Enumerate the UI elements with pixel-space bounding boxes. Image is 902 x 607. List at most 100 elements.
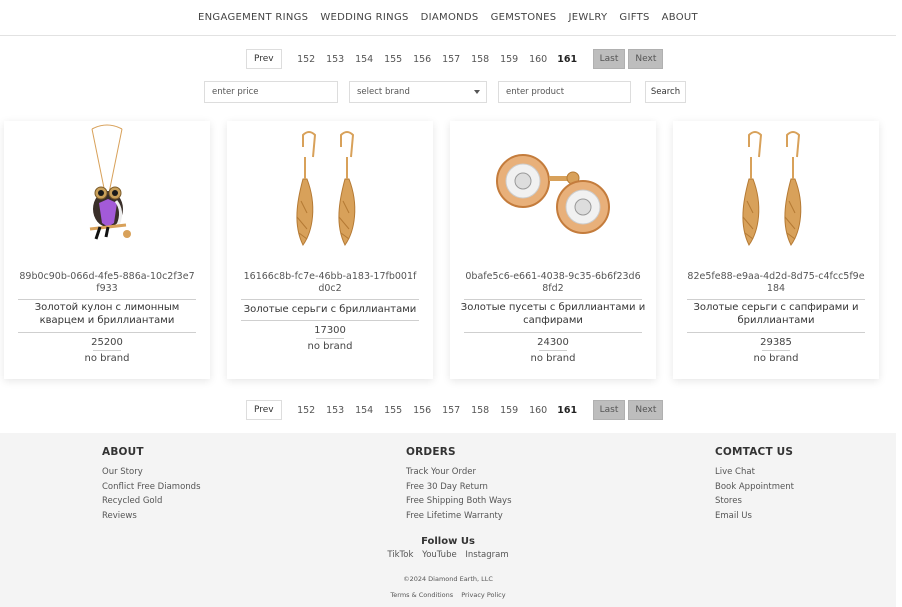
- footer-heading: ABOUT: [102, 446, 144, 458]
- page-link[interactable]: 159: [495, 405, 524, 416]
- product-name[interactable]: Золотой кулон с лимонным кварцем и брилл…: [14, 301, 200, 327]
- page-link[interactable]: 158: [466, 54, 495, 65]
- product-card[interactable]: 82e5fe88-e9aa-4d2d-8d75-c4fcc5f9e184 Зол…: [673, 121, 879, 379]
- divider: [464, 299, 642, 300]
- page-link[interactable]: 154: [350, 405, 379, 416]
- page-link[interactable]: 155: [379, 405, 408, 416]
- divider: [687, 299, 865, 300]
- nav-wedding-rings[interactable]: WEDDING RINGS: [314, 12, 414, 23]
- page-link[interactable]: 152: [292, 405, 321, 416]
- footer-link[interactable]: Email Us: [715, 509, 794, 524]
- footer-heading: COMTACT US: [715, 446, 794, 458]
- footer-link[interactable]: Conflict Free Diamonds: [102, 480, 201, 495]
- nav-gemstones[interactable]: GEMSTONES: [485, 12, 563, 23]
- tiktok-link[interactable]: TikTok: [387, 550, 413, 560]
- nav-diamonds[interactable]: DIAMONDS: [415, 12, 485, 23]
- product-brand: no brand: [307, 341, 353, 352]
- legal-links: Terms & Conditions Privacy Policy: [0, 591, 896, 599]
- divider: [316, 338, 344, 339]
- page-link[interactable]: 159: [495, 54, 524, 65]
- last-button[interactable]: Last: [592, 400, 626, 420]
- product-id: 0bafe5c6-e661-4038-9c35-6b6f23d68fd2: [465, 271, 641, 294]
- footer-link[interactable]: Stores: [715, 494, 794, 509]
- product-name[interactable]: Золотые пусеты с бриллиантами и сапфирам…: [460, 301, 646, 327]
- product-id: 82e5fe88-e9aa-4d2d-8d75-c4fcc5f9e184: [687, 271, 865, 294]
- prev-button[interactable]: Prev: [246, 400, 282, 420]
- page-link[interactable]: 158: [466, 405, 495, 416]
- page-link[interactable]: 155: [379, 54, 408, 65]
- chevron-down-icon: [474, 90, 480, 94]
- top-navigation: ENGAGEMENT RINGS WEDDING RINGS DIAMONDS …: [0, 0, 896, 36]
- product-name[interactable]: Золотые серьги с бриллиантами: [237, 303, 423, 316]
- product-input[interactable]: enter product: [498, 81, 631, 103]
- page-link[interactable]: 157: [437, 405, 466, 416]
- privacy-link[interactable]: Privacy Policy: [461, 591, 505, 599]
- page-link[interactable]: 160: [524, 54, 553, 65]
- product-brand: no brand: [753, 353, 799, 364]
- divider: [18, 299, 196, 300]
- drop-earrings-image: [742, 131, 802, 246]
- product-card[interactable]: 16166c8b-fc7e-46bb-a183-17fb001fd0c2 Зол…: [227, 121, 433, 379]
- follow-us: Follow Us TikTok YouTube Instagram: [0, 536, 896, 560]
- product-name[interactable]: Золотые серьги с сапфирами и бриллиантам…: [683, 301, 869, 327]
- footer-orders: ORDERS Track Your Order Free 30 Day Retu…: [406, 446, 512, 523]
- footer-link[interactable]: Our Story: [102, 465, 201, 480]
- page-link[interactable]: 160: [524, 405, 553, 416]
- page-link[interactable]: 154: [350, 54, 379, 65]
- last-button[interactable]: Last: [592, 49, 626, 69]
- footer-link[interactable]: Track Your Order: [406, 465, 512, 480]
- next-button[interactable]: Next: [628, 49, 664, 69]
- divider: [93, 350, 121, 351]
- page-link[interactable]: 157: [437, 54, 466, 65]
- product-card[interactable]: 0bafe5c6-e661-4038-9c35-6b6f23d68fd2 Зол…: [450, 121, 656, 379]
- product-card[interactable]: 89b0c90b-066d-4fe5-886a-10c2f3e7f933 Зол…: [4, 121, 210, 379]
- follow-heading: Follow Us: [421, 536, 475, 547]
- footer-link[interactable]: Free 30 Day Return: [406, 480, 512, 495]
- search-button[interactable]: Search: [645, 81, 686, 103]
- owl-pendant-image: [89, 124, 131, 240]
- divider: [687, 332, 865, 333]
- divider: [762, 350, 790, 351]
- footer: ABOUT Our Story Conflict Free Diamonds R…: [0, 433, 896, 607]
- divider: [18, 332, 196, 333]
- nav-about[interactable]: ABOUT: [656, 12, 704, 23]
- brand-select-value: select brand: [357, 87, 410, 97]
- page-link[interactable]: 152: [292, 54, 321, 65]
- page-link[interactable]: 153: [321, 54, 350, 65]
- product-price: 25200: [91, 337, 123, 348]
- nav-jewelry[interactable]: JEWLRY: [562, 12, 613, 23]
- brand-select[interactable]: select brand: [349, 81, 487, 103]
- product-brand: no brand: [530, 353, 576, 364]
- footer-heading: ORDERS: [406, 446, 456, 458]
- divider: [241, 299, 419, 300]
- social-links: TikTok YouTube Instagram: [0, 550, 896, 560]
- prev-button[interactable]: Prev: [246, 49, 282, 69]
- page-link[interactable]: 156: [408, 405, 437, 416]
- next-button[interactable]: Next: [628, 400, 664, 420]
- terms-link[interactable]: Terms & Conditions: [390, 591, 453, 599]
- page-link[interactable]: 153: [321, 405, 350, 416]
- divider: [241, 320, 419, 321]
- divider: [539, 350, 567, 351]
- footer-link[interactable]: Free Lifetime Warranty: [406, 509, 512, 524]
- pagination-bottom: Prev 152 153 154 155 156 157 158 159 160…: [246, 399, 664, 421]
- footer-about: ABOUT Our Story Conflict Free Diamonds R…: [102, 446, 201, 523]
- copyright: ©2024 Diamond Earth, LLC: [403, 575, 493, 583]
- nav-engagement-rings[interactable]: ENGAGEMENT RINGS: [192, 12, 314, 23]
- current-page: 161: [557, 404, 578, 416]
- page-link[interactable]: 156: [408, 54, 437, 65]
- footer-link[interactable]: Free Shipping Both Ways: [406, 494, 512, 509]
- nav-gifts[interactable]: GIFTS: [613, 12, 655, 23]
- product-brand: no brand: [84, 353, 130, 364]
- price-input[interactable]: enter price: [204, 81, 338, 103]
- product-price: 17300: [314, 325, 346, 336]
- footer-link[interactable]: Recycled Gold: [102, 494, 201, 509]
- footer-link[interactable]: Book Appointment: [715, 480, 794, 495]
- product-price: 29385: [760, 337, 792, 348]
- footer-link[interactable]: Reviews: [102, 509, 201, 524]
- youtube-link[interactable]: YouTube: [422, 550, 457, 560]
- footer-link[interactable]: Live Chat: [715, 465, 794, 480]
- product-price: 24300: [537, 337, 569, 348]
- pagination-top: Prev 152 153 154 155 156 157 158 159 160…: [246, 48, 664, 70]
- instagram-link[interactable]: Instagram: [465, 550, 508, 560]
